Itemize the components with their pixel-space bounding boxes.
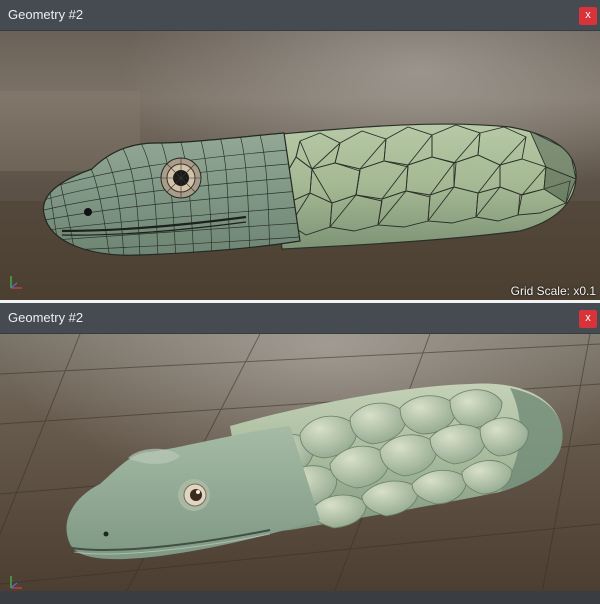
axis-gizmo-icon (8, 274, 24, 290)
close-icon: x (585, 9, 591, 21)
panel-title: Geometry #2 (8, 310, 84, 325)
close-button[interactable]: x (579, 7, 597, 25)
close-button[interactable]: x (579, 310, 597, 328)
3d-viewport[interactable] (0, 334, 600, 604)
viewport-panel-top: Geometry #2 x Grid Scale: x0.1 (0, 0, 600, 300)
close-icon: x (585, 312, 591, 324)
panel-titlebar: Geometry #2 x (0, 0, 600, 31)
panel-title: Geometry #2 (8, 7, 84, 22)
axis-gizmo-icon (8, 574, 24, 590)
panel-bottom-strip (0, 591, 600, 604)
grid-scale-label: Grid Scale: x0.1 (510, 284, 596, 298)
viewport-panel-bottom: Geometry #2 x (0, 303, 600, 604)
panel-titlebar: Geometry #2 x (0, 303, 600, 334)
3d-viewport[interactable]: Grid Scale: x0.1 (0, 31, 600, 300)
